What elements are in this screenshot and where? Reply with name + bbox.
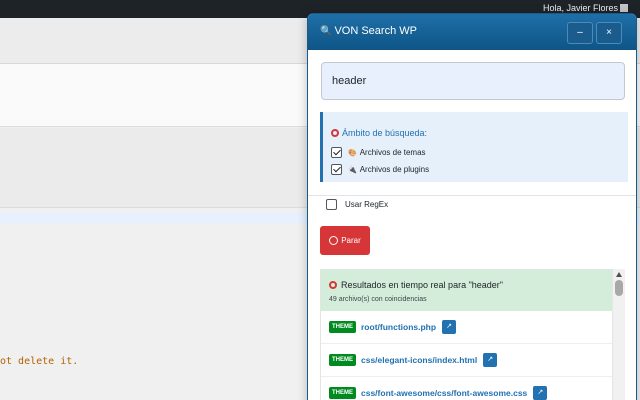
regex-label: Usar RegEx <box>345 200 389 209</box>
scroll-up-arrow-icon[interactable] <box>616 272 622 277</box>
regex-checkbox[interactable] <box>326 199 337 210</box>
result-row: THEME css/font-awesome/css/font-awesome.… <box>321 377 612 400</box>
results-count: 49 archivo(s) con coincidencias <box>329 296 427 303</box>
scope-title-text: Ámbito de búsqueda: <box>342 128 428 138</box>
themes-checkbox[interactable] <box>331 147 342 158</box>
open-external-icon[interactable]: ↗ <box>442 320 457 334</box>
admin-greeting[interactable]: Hola, Javier Flores <box>543 3 628 13</box>
open-external-icon[interactable]: ↗ <box>533 386 548 400</box>
results-list: Resultados en tiempo real para "header" … <box>320 269 613 400</box>
results-title-text: Resultados en tiempo real para "header" <box>341 280 503 290</box>
theme-icon: 🎨 <box>348 149 357 157</box>
von-search-panel: 🔍 VON Search WP – × header Ámbito de búsq… <box>307 13 637 400</box>
result-row: THEME root/functions.php ↗ <box>321 311 612 344</box>
close-button[interactable]: × <box>596 22 622 44</box>
avatar <box>620 4 628 12</box>
plugin-icon: 🔌 <box>348 166 357 174</box>
theme-badge: THEME <box>329 321 356 333</box>
panel-header: 🔍 VON Search WP – × <box>308 14 636 50</box>
scrollbar-thumb[interactable] <box>615 280 623 296</box>
scope-title: Ámbito de búsqueda: <box>331 128 427 138</box>
results-header: Resultados en tiempo real para "header" … <box>321 270 612 311</box>
results-scrollbar[interactable] <box>613 269 625 400</box>
plugins-label: Archivos de plugins <box>359 165 430 174</box>
themes-label: Archivos de temas <box>359 148 426 157</box>
open-external-icon[interactable]: ↗ <box>483 353 498 367</box>
result-file-link[interactable]: css/font-awesome/css/font-awesome.css <box>361 388 527 398</box>
result-row: THEME css/elegant-icons/index.html ↗ <box>321 344 612 377</box>
result-file-link[interactable]: css/elegant-icons/index.html <box>361 355 477 365</box>
result-file-link[interactable]: root/functions.php <box>361 322 436 332</box>
results-title: Resultados en tiempo real para "header" <box>329 280 604 290</box>
target-icon <box>329 281 337 289</box>
background-code-text: ot delete it. <box>0 356 79 367</box>
stop-button[interactable]: Parar <box>320 226 370 255</box>
search-scope-box: Ámbito de búsqueda: 🎨 Archivos de temas … <box>320 112 628 182</box>
theme-badge: THEME <box>329 387 356 399</box>
scope-option-plugins[interactable]: 🔌 Archivos de plugins <box>331 164 429 175</box>
theme-badge: THEME <box>329 354 356 366</box>
stop-button-label: Parar <box>341 236 361 245</box>
plugins-checkbox[interactable] <box>331 164 342 175</box>
divider <box>308 195 636 196</box>
target-icon <box>331 129 339 137</box>
panel-title-text: VON Search WP <box>334 25 417 37</box>
scope-option-themes[interactable]: 🎨 Archivos de temas <box>331 147 426 158</box>
stop-circle-icon <box>329 236 339 245</box>
search-input[interactable]: header <box>321 62 625 100</box>
admin-greeting-text: Hola, Javier Flores <box>542 3 618 13</box>
search-icon: 🔍 <box>320 26 333 37</box>
panel-title: 🔍 VON Search WP <box>320 25 417 37</box>
minimize-button[interactable]: – <box>567 22 593 44</box>
regex-option[interactable]: Usar RegEx <box>326 199 388 210</box>
